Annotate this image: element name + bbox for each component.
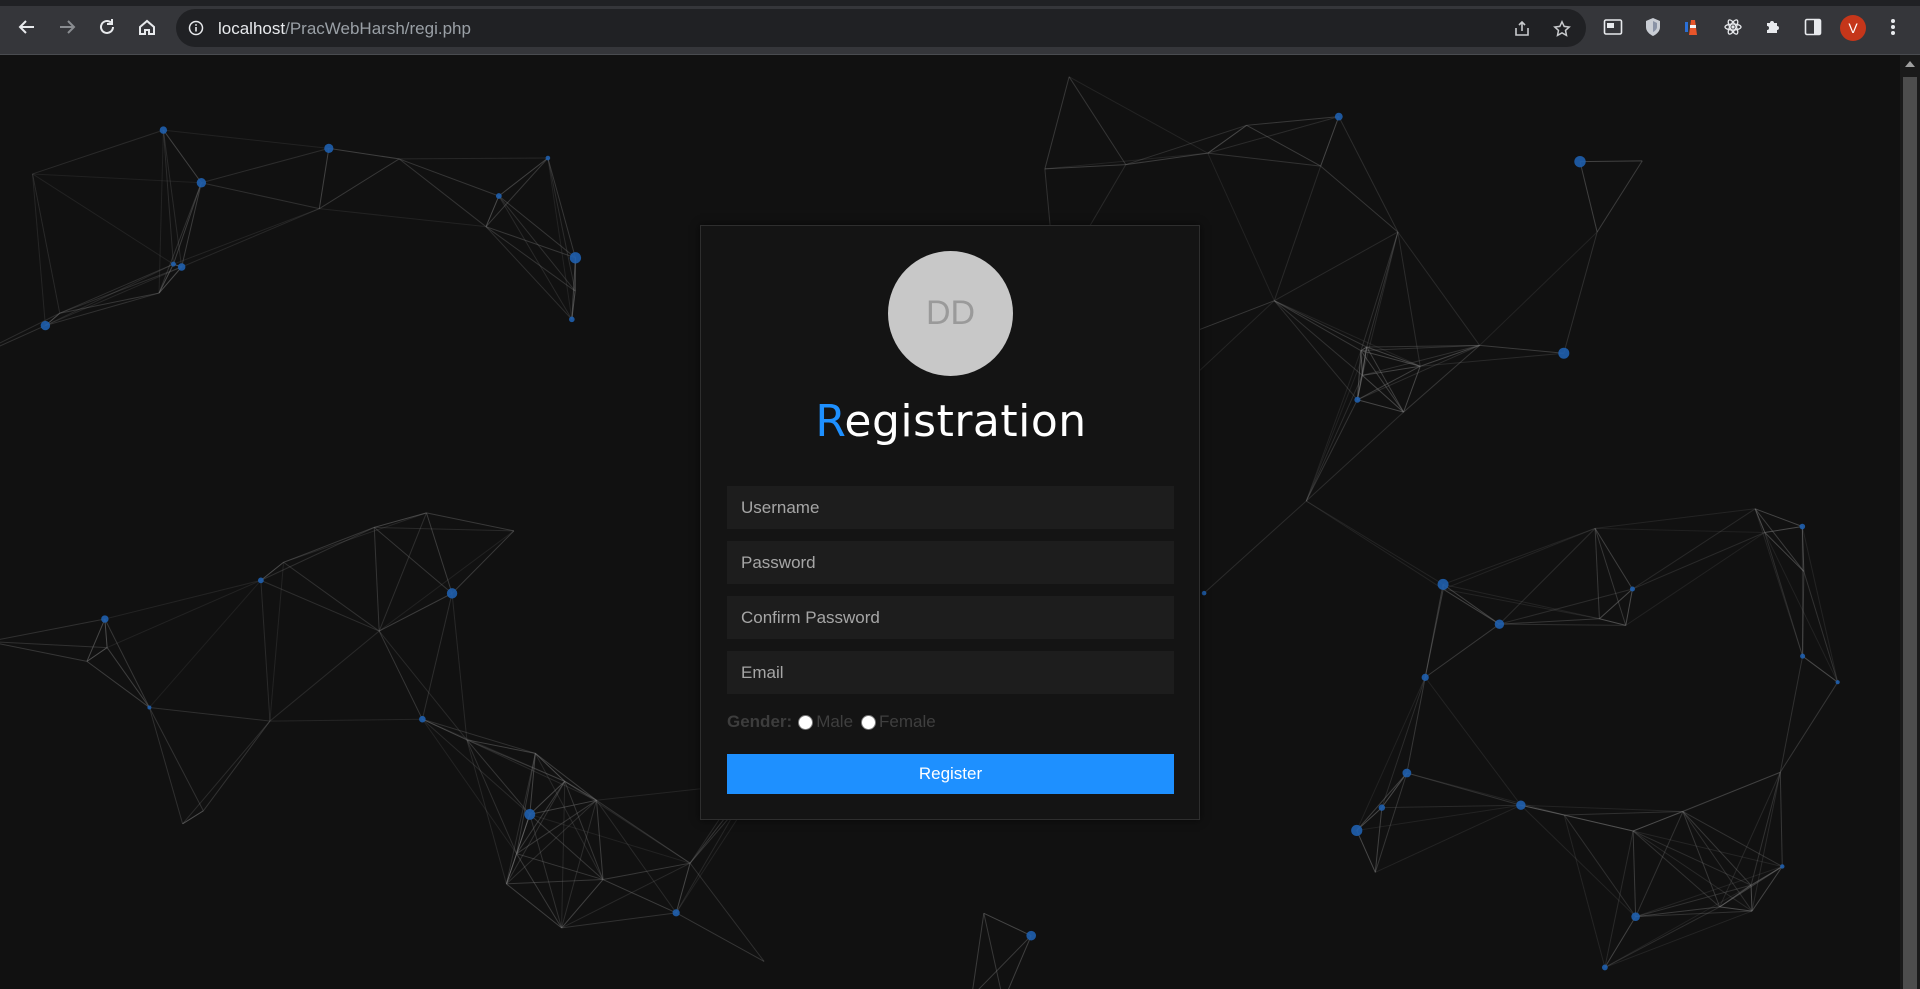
picture-in-picture-icon[interactable] [1602, 16, 1624, 38]
address-bar[interactable]: localhost/PracWebHarsh/regi.php [176, 9, 1586, 47]
arrow-right-icon [60, 20, 76, 34]
reload-button[interactable] [94, 14, 120, 40]
logo-avatar: DD [888, 251, 1013, 376]
kebab-menu-icon[interactable] [1882, 16, 1904, 38]
react-devtools-icon[interactable] [1722, 16, 1744, 38]
email-input[interactable] [727, 651, 1174, 694]
gender-label: Gender: [727, 712, 793, 731]
url-host: localhost [218, 19, 286, 38]
confirm-password-input[interactable] [727, 596, 1174, 639]
url-path: /PracWebHarsh/regi.php [285, 19, 471, 38]
side-panel-icon[interactable] [1802, 16, 1824, 38]
scroll-up-arrow-icon[interactable] [1905, 61, 1915, 67]
reload-icon [100, 19, 114, 34]
home-icon [139, 19, 155, 35]
back-button[interactable] [14, 14, 40, 40]
page-scrollbar[interactable] [1900, 55, 1920, 989]
shield-extension-icon[interactable] [1642, 16, 1664, 38]
browser-toolbar: localhost/PracWebHarsh/regi.php V [0, 0, 1920, 55]
female-radio[interactable] [861, 714, 877, 730]
tab-strip [0, 0, 1920, 6]
gender-group: Gender: Male Female [727, 711, 944, 733]
home-button[interactable] [134, 14, 160, 40]
page-viewport: DD Registration Gender: Male Female Regi… [0, 55, 1920, 989]
scrollbar-thumb[interactable] [1903, 77, 1917, 989]
profile-avatar[interactable]: V [1840, 15, 1866, 41]
female-label: Female [879, 712, 936, 731]
info-icon[interactable] [188, 20, 204, 36]
lighthouse-extension-icon[interactable] [1682, 16, 1704, 38]
url-text[interactable]: localhost/PracWebHarsh/regi.php [218, 19, 471, 39]
puzzle-extensions-icon[interactable] [1762, 16, 1784, 38]
male-radio[interactable] [798, 714, 814, 730]
registration-card: DD Registration Gender: Male Female Regi… [700, 225, 1200, 820]
arrow-left-icon [18, 20, 34, 34]
title-rest: egistration [844, 396, 1087, 447]
username-input[interactable] [727, 486, 1174, 529]
share-icon[interactable] [1512, 19, 1532, 39]
forward-button[interactable] [54, 14, 80, 40]
register-button[interactable]: Register [727, 754, 1174, 794]
page-title: Registration [701, 396, 1201, 447]
male-label: Male [816, 712, 854, 731]
bookmark-star-icon[interactable] [1552, 19, 1572, 39]
title-first-letter: R [815, 396, 845, 447]
password-input[interactable] [727, 541, 1174, 584]
